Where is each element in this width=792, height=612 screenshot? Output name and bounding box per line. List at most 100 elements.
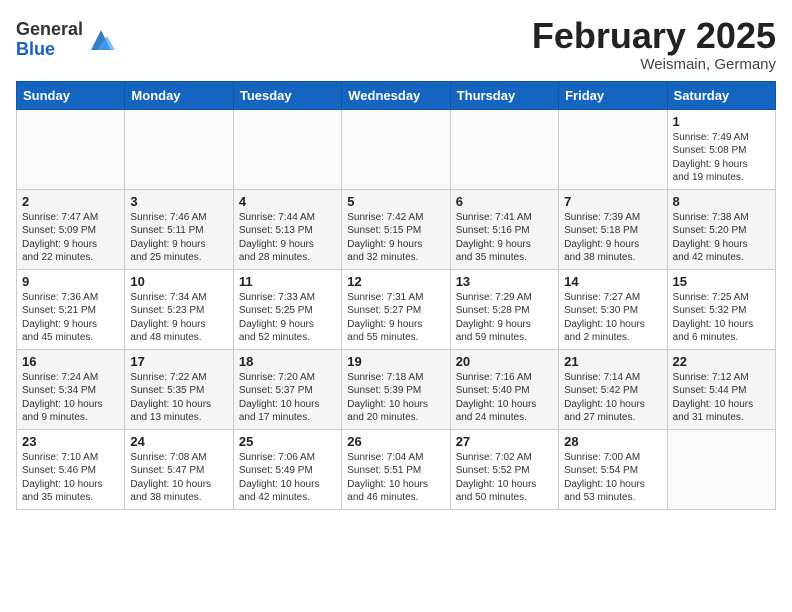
week-row-5: 23 Sunrise: 7:10 AM Sunset: 5:46 PM Dayli… [17,429,776,509]
day-number: 12 [347,274,444,289]
day-number: 26 [347,434,444,449]
title-block: February 2025 Weismain, Germany [532,16,776,73]
calendar-cell [450,109,558,189]
day-number: 10 [130,274,227,289]
day-info: Sunrise: 7:08 AM Sunset: 5:47 PM Dayligh… [130,451,227,505]
day-number: 13 [456,274,553,289]
day-number: 19 [347,354,444,369]
day-number: 6 [456,194,553,209]
day-info: Sunrise: 7:25 AM Sunset: 5:32 PM Dayligh… [673,291,770,345]
calendar-cell: 15 Sunrise: 7:25 AM Sunset: 5:32 PM Dayli… [667,269,775,349]
calendar-cell: 19 Sunrise: 7:18 AM Sunset: 5:39 PM Dayli… [342,349,450,429]
calendar-cell: 23 Sunrise: 7:10 AM Sunset: 5:46 PM Dayli… [17,429,125,509]
weekday-header-saturday: Saturday [667,81,775,109]
day-number: 2 [22,194,119,209]
day-number: 27 [456,434,553,449]
day-info: Sunrise: 7:14 AM Sunset: 5:42 PM Dayligh… [564,371,661,425]
day-number: 11 [239,274,336,289]
day-number: 8 [673,194,770,209]
calendar-cell: 8 Sunrise: 7:38 AM Sunset: 5:20 PM Daylig… [667,189,775,269]
day-number: 1 [673,114,770,129]
calendar-cell: 27 Sunrise: 7:02 AM Sunset: 5:52 PM Dayli… [450,429,558,509]
day-info: Sunrise: 7:46 AM Sunset: 5:11 PM Dayligh… [130,211,227,265]
week-row-2: 2 Sunrise: 7:47 AM Sunset: 5:09 PM Daylig… [17,189,776,269]
day-info: Sunrise: 7:04 AM Sunset: 5:51 PM Dayligh… [347,451,444,505]
calendar-cell: 9 Sunrise: 7:36 AM Sunset: 5:21 PM Daylig… [17,269,125,349]
calendar-cell: 11 Sunrise: 7:33 AM Sunset: 5:25 PM Dayli… [233,269,341,349]
day-info: Sunrise: 7:39 AM Sunset: 5:18 PM Dayligh… [564,211,661,265]
calendar-cell: 4Sunrise: 7:44 AM Sunset: 5:13 PM Daylig… [233,189,341,269]
day-info: Sunrise: 7:22 AM Sunset: 5:35 PM Dayligh… [130,371,227,425]
day-info: Sunrise: 7:34 AM Sunset: 5:23 PM Dayligh… [130,291,227,345]
day-info: Sunrise: 7:33 AM Sunset: 5:25 PM Dayligh… [239,291,336,345]
calendar-cell: 24 Sunrise: 7:08 AM Sunset: 5:47 PM Dayli… [125,429,233,509]
day-number: 18 [239,354,336,369]
day-info: Sunrise: 7:00 AM Sunset: 5:54 PM Dayligh… [564,451,661,505]
logo-blue-text: Blue [16,40,83,60]
day-info: Sunrise: 7:42 AM Sunset: 5:15 PM Dayligh… [347,211,444,265]
day-info: Sunrise: 7:18 AM Sunset: 5:39 PM Dayligh… [347,371,444,425]
calendar-cell: 7 Sunrise: 7:39 AM Sunset: 5:18 PM Daylig… [559,189,667,269]
day-number: 23 [22,434,119,449]
calendar-cell: 6Sunrise: 7:41 AM Sunset: 5:16 PM Daylig… [450,189,558,269]
weekday-header-thursday: Thursday [450,81,558,109]
calendar-cell [342,109,450,189]
day-number: 21 [564,354,661,369]
calendar-cell: 2 Sunrise: 7:47 AM Sunset: 5:09 PM Daylig… [17,189,125,269]
calendar-cell: 26 Sunrise: 7:04 AM Sunset: 5:51 PM Dayli… [342,429,450,509]
day-info: Sunrise: 7:10 AM Sunset: 5:46 PM Dayligh… [22,451,119,505]
day-number: 22 [673,354,770,369]
day-info: Sunrise: 7:16 AM Sunset: 5:40 PM Dayligh… [456,371,553,425]
day-info: Sunrise: 7:47 AM Sunset: 5:09 PM Dayligh… [22,211,119,265]
weekday-header-friday: Friday [559,81,667,109]
day-info: Sunrise: 7:44 AM Sunset: 5:13 PM Dayligh… [239,211,336,265]
logo: General Blue [16,20,115,60]
calendar-cell [559,109,667,189]
calendar-cell: 13 Sunrise: 7:29 AM Sunset: 5:28 PM Dayli… [450,269,558,349]
day-number: 3 [130,194,227,209]
calendar-cell: 21 Sunrise: 7:14 AM Sunset: 5:42 PM Dayli… [559,349,667,429]
calendar-cell [667,429,775,509]
location: Weismain, Germany [532,56,776,73]
day-number: 24 [130,434,227,449]
calendar-cell: 16Sunrise: 7:24 AM Sunset: 5:34 PM Dayli… [17,349,125,429]
day-number: 25 [239,434,336,449]
day-info: Sunrise: 7:02 AM Sunset: 5:52 PM Dayligh… [456,451,553,505]
weekday-header-tuesday: Tuesday [233,81,341,109]
day-info: Sunrise: 7:06 AM Sunset: 5:49 PM Dayligh… [239,451,336,505]
day-info: Sunrise: 7:20 AM Sunset: 5:37 PM Dayligh… [239,371,336,425]
day-number: 7 [564,194,661,209]
calendar-cell: 12Sunrise: 7:31 AM Sunset: 5:27 PM Dayli… [342,269,450,349]
calendar-cell [233,109,341,189]
calendar-cell: 25 Sunrise: 7:06 AM Sunset: 5:49 PM Dayli… [233,429,341,509]
week-row-1: 1 Sunrise: 7:49 AM Sunset: 5:08 PM Daylig… [17,109,776,189]
day-info: Sunrise: 7:38 AM Sunset: 5:20 PM Dayligh… [673,211,770,265]
week-row-4: 16Sunrise: 7:24 AM Sunset: 5:34 PM Dayli… [17,349,776,429]
day-info: Sunrise: 7:49 AM Sunset: 5:08 PM Dayligh… [673,131,770,185]
day-info: Sunrise: 7:24 AM Sunset: 5:34 PM Dayligh… [22,371,119,425]
calendar-cell: 20Sunrise: 7:16 AM Sunset: 5:40 PM Dayli… [450,349,558,429]
day-number: 14 [564,274,661,289]
weekday-header-row: SundayMondayTuesdayWednesdayThursdayFrid… [17,81,776,109]
day-info: Sunrise: 7:29 AM Sunset: 5:28 PM Dayligh… [456,291,553,345]
calendar-table: SundayMondayTuesdayWednesdayThursdayFrid… [16,81,776,510]
day-number: 15 [673,274,770,289]
weekday-header-wednesday: Wednesday [342,81,450,109]
day-info: Sunrise: 7:36 AM Sunset: 5:21 PM Dayligh… [22,291,119,345]
calendar-cell: 14 Sunrise: 7:27 AM Sunset: 5:30 PM Dayli… [559,269,667,349]
calendar-cell: 10 Sunrise: 7:34 AM Sunset: 5:23 PM Dayli… [125,269,233,349]
day-number: 28 [564,434,661,449]
day-info: Sunrise: 7:27 AM Sunset: 5:30 PM Dayligh… [564,291,661,345]
day-info: Sunrise: 7:12 AM Sunset: 5:44 PM Dayligh… [673,371,770,425]
logo-general-text: General [16,20,83,40]
calendar-cell: 22 Sunrise: 7:12 AM Sunset: 5:44 PM Dayli… [667,349,775,429]
month-title: February 2025 [532,16,776,56]
calendar-cell [125,109,233,189]
calendar-cell: 3 Sunrise: 7:46 AM Sunset: 5:11 PM Daylig… [125,189,233,269]
calendar-cell: 17Sunrise: 7:22 AM Sunset: 5:35 PM Dayli… [125,349,233,429]
page-header: General Blue February 2025 Weismain, Ger… [16,16,776,73]
day-number: 9 [22,274,119,289]
weekday-header-sunday: Sunday [17,81,125,109]
calendar-cell: 1 Sunrise: 7:49 AM Sunset: 5:08 PM Daylig… [667,109,775,189]
logo-icon [87,26,115,54]
